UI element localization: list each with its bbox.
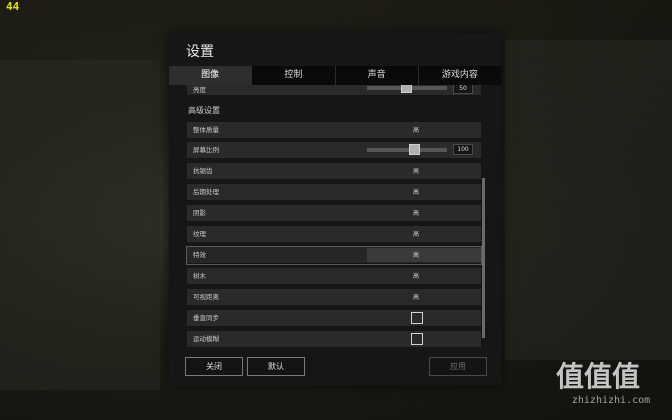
section-advanced-title: 高级设置 xyxy=(188,106,220,115)
screen-scale-slider-track[interactable] xyxy=(367,148,447,152)
screen-scale-value-field[interactable]: 100 xyxy=(453,144,473,155)
apply-button[interactable]: 应用 xyxy=(429,357,487,376)
setting-label: 后期处理 xyxy=(193,188,219,196)
setting-label: 亮度 xyxy=(193,86,206,94)
setting-row-shadows[interactable]: 阴影 高 xyxy=(187,205,481,222)
setting-value[interactable]: 高 xyxy=(401,229,431,238)
fps-counter: 44 xyxy=(6,0,20,13)
setting-value[interactable]: 高 xyxy=(401,187,431,196)
setting-label: 纹理 xyxy=(193,230,206,238)
setting-value[interactable]: 高 xyxy=(401,250,431,259)
setting-label: 运动模糊 xyxy=(193,335,219,343)
setting-row-view-distance[interactable]: 可视距离 高 xyxy=(187,289,481,306)
setting-row-vsync: 垂直同步 xyxy=(187,310,481,327)
setting-label: 屏幕比例 xyxy=(193,146,219,154)
watermark-glyphs: 值值值 xyxy=(556,360,641,393)
settings-dialog: 设置 图像 控制 声音 游戏内容 亮度 50 高级设置 整体质量 高 屏幕比例 … xyxy=(169,33,501,385)
motion-blur-checkbox[interactable] xyxy=(411,333,423,345)
setting-label: 树木 xyxy=(193,272,206,280)
setting-label: 垂直同步 xyxy=(193,314,219,322)
setting-row-overall-quality[interactable]: 整体质量 高 xyxy=(187,122,481,139)
setting-row-post-processing[interactable]: 后期处理 高 xyxy=(187,184,481,201)
setting-label: 特效 xyxy=(193,251,206,259)
setting-row-screen-scale: 屏幕比例 100 xyxy=(187,142,481,159)
setting-value[interactable]: 高 xyxy=(401,125,431,134)
setting-value[interactable]: 高 xyxy=(401,292,431,301)
setting-label: 可视距离 xyxy=(193,293,219,301)
setting-label: 整体质量 xyxy=(193,126,219,134)
background-right xyxy=(505,40,672,360)
setting-row-motion-blur: 运动模糊 xyxy=(187,331,481,348)
tab-graphics[interactable]: 图像 xyxy=(169,66,252,85)
brightness-slider-knob[interactable] xyxy=(401,85,412,93)
setting-label: 抗锯齿 xyxy=(193,167,213,175)
setting-row-effects[interactable]: 特效 高 xyxy=(186,246,482,265)
watermark-logo: 值值值 zhizhizhi.com xyxy=(552,355,670,417)
brightness-value-field[interactable]: 50 xyxy=(453,85,473,94)
setting-row-foliage[interactable]: 树木 高 xyxy=(187,268,481,285)
settings-scrollbar[interactable] xyxy=(482,178,485,338)
vsync-checkbox[interactable] xyxy=(411,312,423,324)
background-left xyxy=(0,60,160,390)
watermark-domain: zhizhizhi.com xyxy=(571,395,651,406)
default-button[interactable]: 默认 xyxy=(247,357,305,376)
tab-controls[interactable]: 控制 xyxy=(251,66,335,85)
setting-row-textures[interactable]: 纹理 高 xyxy=(187,226,481,243)
setting-value[interactable]: 高 xyxy=(401,271,431,280)
setting-row-anti-aliasing[interactable]: 抗锯齿 高 xyxy=(187,163,481,180)
setting-label: 阴影 xyxy=(193,209,206,217)
settings-list: 亮度 50 高级设置 整体质量 高 屏幕比例 100 抗锯齿 高 后期处理 高 … xyxy=(182,85,482,365)
close-button[interactable]: 关闭 xyxy=(185,357,243,376)
tab-bar: 图像 控制 声音 游戏内容 xyxy=(169,66,501,85)
tab-audio[interactable]: 声音 xyxy=(334,66,418,85)
setting-value[interactable]: 高 xyxy=(401,208,431,217)
setting-value[interactable]: 高 xyxy=(401,166,431,175)
screen-scale-slider-knob[interactable] xyxy=(409,144,420,155)
dialog-title: 设置 xyxy=(186,44,214,60)
setting-row-brightness: 亮度 50 xyxy=(187,85,481,96)
tab-gameplay[interactable]: 游戏内容 xyxy=(417,66,501,85)
